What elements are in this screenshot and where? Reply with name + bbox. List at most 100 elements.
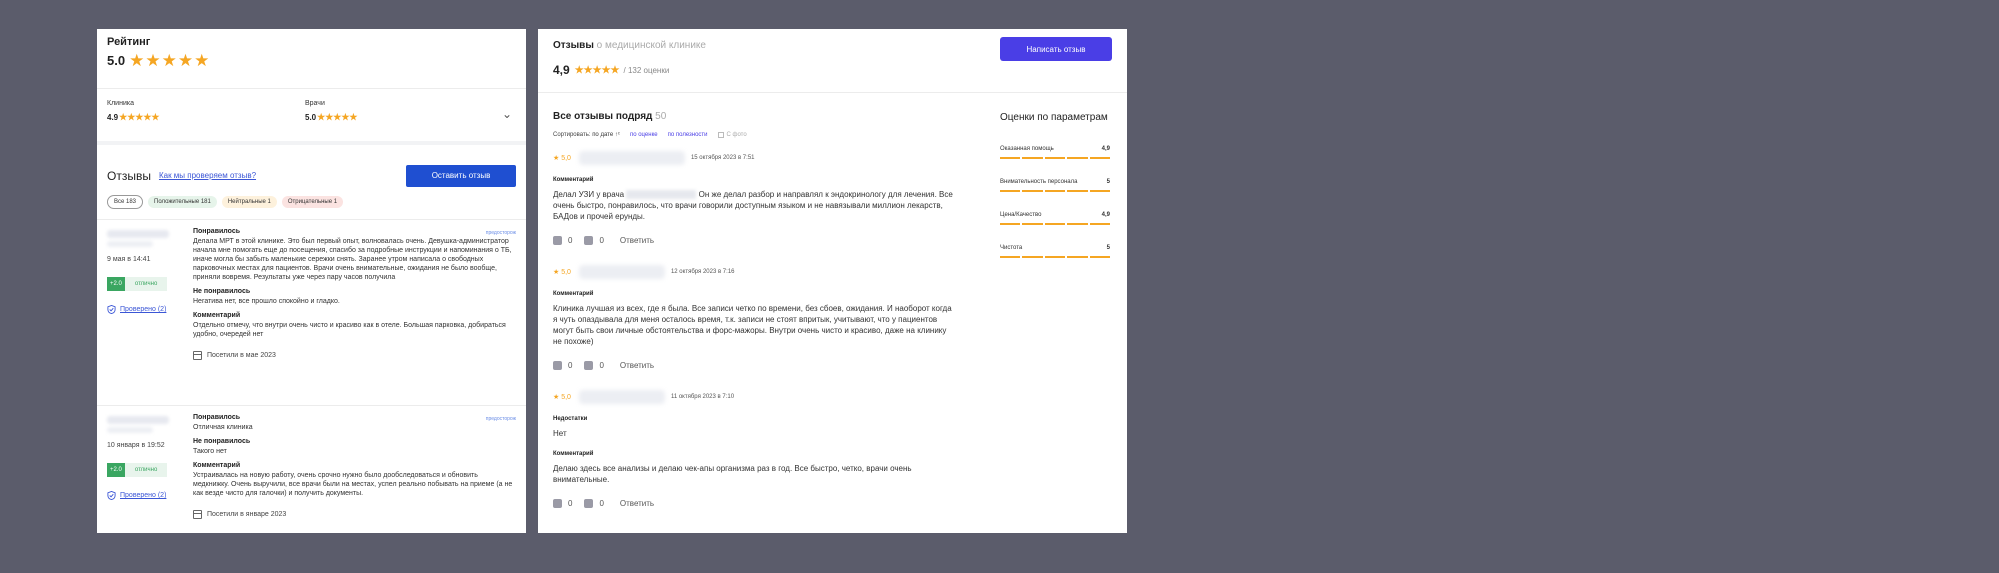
reviews-title: Отзывы (107, 168, 151, 183)
review-actions: 0 0 Ответить (553, 361, 953, 370)
review-date: 9 мая в 14:41 (107, 256, 151, 263)
sort-by-rating[interactable]: по оценке (630, 132, 658, 138)
reply-button[interactable]: Ответить (620, 236, 654, 245)
section-text-comment: Делал УЗИ у врача Он же делал разбор и н… (553, 190, 953, 221)
all-reviews-label: Все отзывы подряд (553, 111, 653, 122)
review-actions: 0 0 Ответить (553, 499, 953, 508)
sub-rating-value: 5.0 (305, 113, 317, 122)
section-title-disliked: Не понравилось (193, 438, 251, 445)
review-date: 12 октября 2023 в 7:16 (670, 269, 735, 275)
dislike-count: 0 (599, 499, 604, 508)
verified-link[interactable]: Проверено (2) (107, 305, 179, 314)
thumbs-down-icon[interactable] (584, 499, 594, 508)
section-text-comment: Клиника лучшая из всех, где я была. Все … (553, 304, 952, 346)
parameter-value: 4,9 (1101, 212, 1110, 218)
section-title-comment: Комментарий (193, 462, 241, 469)
shield-icon (107, 491, 116, 500)
thumbs-down-icon[interactable] (584, 361, 594, 370)
sort-by-usefulness[interactable]: по полезности (668, 132, 708, 138)
verified-link[interactable]: Проверено (2) (107, 491, 179, 500)
verified-text: Проверено (2) (120, 492, 167, 499)
blurred-author-name (107, 416, 169, 424)
filter-neutral[interactable]: Нейтральные 1 (221, 196, 277, 208)
filter-all[interactable]: Все 183 (107, 195, 144, 209)
star-icon: ★ (161, 51, 177, 70)
star-icon: ★★★★★ (119, 112, 160, 122)
visited-info: Посетили в январе 2023 (193, 510, 513, 519)
how-we-check-link[interactable]: Как мы проверяем отзыв? (159, 171, 256, 180)
review-card: 10 января в 19:52 +2.0 отлично Проверено… (97, 405, 526, 533)
page-title-muted: о медицинской клинике (596, 40, 706, 51)
parameter-bar (1000, 157, 1111, 159)
photo-filter[interactable]: С фото (717, 132, 747, 138)
review-card: 9 мая в 14:41 +2.0 отлично Проверено (2)… (97, 219, 526, 405)
predicted-tag: предосторож (485, 416, 516, 422)
clinic-rating-panel: Рейтинг 5.0 ★ ★ ★ ★ ★ Клиника 4.9 ★★★★★ … (97, 29, 526, 533)
dislike-count: 0 (599, 236, 604, 245)
parameter-label: Внимательность персонала (1000, 179, 1078, 185)
blurred-author-name (107, 230, 169, 238)
parameter-value: 4,9 (1101, 146, 1110, 152)
sub-rating-label: Клиника (107, 100, 134, 107)
review-score: ★ 5,0 (553, 394, 571, 401)
review-date: 11 октября 2023 в 7:10 (670, 394, 735, 400)
blurred-author-name (578, 265, 665, 279)
review-actions: 0 0 Ответить (553, 236, 953, 245)
review-card: ★ 5,0 12 октября 2023 в 7:16 Комментарий… (553, 265, 953, 370)
reviews-list-section: Все отзывы подряд 50 Сортировать: по дат… (538, 93, 1127, 508)
visited-info: Посетили в мае 2023 (193, 351, 513, 360)
parameter-bar (1000, 190, 1111, 192)
section-title-liked: Понравилось (193, 228, 241, 235)
filter-negative[interactable]: Отрицательные 1 (281, 196, 344, 208)
overall-rating: 4,9 ★★★★★ / 132 оценки (553, 63, 1112, 77)
write-review-button[interactable]: Написать отзыв (1000, 37, 1112, 61)
all-reviews-count: 50 (655, 111, 667, 122)
review-filters: Все 183 Положительные 181 Нейтральные 1 … (97, 191, 526, 213)
review-date: 15 октября 2023 в 7:51 (690, 155, 755, 161)
sort-by-date[interactable]: по дате (592, 132, 613, 138)
parameter-bar (1000, 223, 1111, 225)
star-icon: ★ (145, 51, 161, 70)
parameter-item: Оказанная помощь 4,9 (1000, 146, 1111, 159)
reply-button[interactable]: Ответить (620, 499, 654, 508)
reply-button[interactable]: Ответить (620, 361, 654, 370)
section-text-comment: Делаю здесь все анализы и делаю чек-апы … (553, 464, 912, 484)
section-title-comment: Комментарий (193, 312, 241, 319)
rating-value: 5.0 (107, 53, 126, 68)
blurred-author-name (578, 390, 665, 404)
filter-positive[interactable]: Положительные 181 (148, 196, 217, 208)
thumbs-down-icon[interactable] (584, 236, 594, 245)
star-icon: ★★★★★ (317, 112, 358, 122)
overall-rating-value: 4,9 (553, 63, 570, 77)
review-score: ★ 5,0 (553, 269, 571, 276)
review-score-label: отлично (124, 463, 168, 477)
clinic-reviews-panel: Отзывы о медицинской клинике 4,9 ★★★★★ /… (538, 29, 1127, 533)
rating-count: / 132 оценки (623, 65, 670, 75)
section-text-liked: Делала МРТ в этой клинике. Это был первы… (193, 238, 512, 281)
sub-rating-doctors: Врачи 5.0 ★★★★★ (305, 100, 503, 141)
star-icon: ★ (177, 51, 194, 70)
section-text-liked: Отличная клиника (193, 424, 253, 431)
page-title-main: Отзывы (553, 40, 594, 51)
parameter-ratings-title: Оценки по параметрам (1000, 112, 1108, 123)
chevron-down-icon[interactable]: ⌄ (502, 107, 512, 121)
thumbs-up-icon[interactable] (553, 236, 562, 245)
parameter-item: Цена/Качество 4,9 (1000, 212, 1111, 225)
section-text-cons: Нет (553, 429, 567, 438)
blurred-author-meta (107, 241, 153, 247)
thumbs-up-icon[interactable] (553, 361, 562, 370)
section-title-comment: Комментарий (553, 451, 594, 457)
star-icon: ★ (194, 51, 210, 70)
parameter-label: Цена/Качество (1000, 212, 1042, 218)
sub-rating-clinic: Клиника 4.9 ★★★★★ (107, 100, 305, 141)
parameter-label: Оказанная помощь (1000, 146, 1054, 152)
rating-summary: Рейтинг 5.0 ★ ★ ★ ★ ★ (97, 29, 526, 88)
like-count: 0 (568, 361, 573, 370)
section-title-comment: Комментарий (553, 291, 594, 297)
leave-review-button[interactable]: Оставить отзыв (406, 164, 516, 187)
sub-ratings[interactable]: Клиника 4.9 ★★★★★ Врачи 5.0 ★★★★★ ⌄ (97, 89, 526, 141)
parameter-bar (1000, 256, 1111, 258)
thumbs-up-icon[interactable] (553, 499, 562, 508)
sub-rating-value: 4.9 (107, 113, 119, 122)
section-title-cons: Недостатки (553, 416, 588, 422)
